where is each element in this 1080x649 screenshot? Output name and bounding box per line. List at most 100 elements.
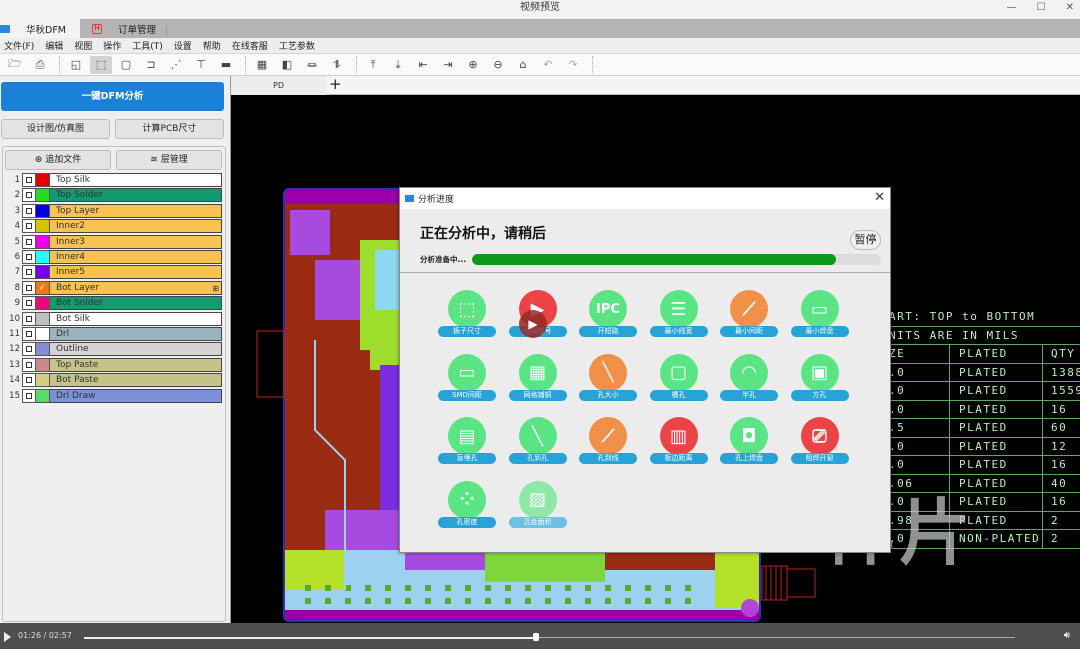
menu-online-service[interactable]: 在线客服 bbox=[232, 39, 268, 52]
dfm-check-item[interactable]: ⎚ 阻焊开窗 bbox=[790, 417, 851, 477]
layer-visibility-checkbox[interactable] bbox=[22, 280, 36, 295]
net-icon[interactable]: ⋰ bbox=[165, 56, 187, 74]
layer-color-swatch[interactable] bbox=[36, 388, 50, 403]
layer-row[interactable]: 10 Bot Silk bbox=[8, 311, 222, 326]
dfm-check-item[interactable]: ▥ 板边距离 bbox=[649, 417, 710, 477]
layer-row[interactable]: 9 Bot Solder bbox=[8, 296, 222, 311]
layer-color-swatch[interactable] bbox=[36, 327, 50, 341]
print-icon[interactable]: ⎙ bbox=[29, 56, 51, 74]
layer-name[interactable]: Inner4 bbox=[50, 250, 222, 264]
layer-row[interactable]: 13 Top Paste bbox=[8, 357, 222, 372]
dfm-check-item[interactable]: ▦ 网格铺铜 bbox=[508, 353, 569, 414]
play-icon[interactable] bbox=[4, 632, 11, 642]
layer-row[interactable]: 5 Inner3 bbox=[8, 234, 222, 249]
layer-row[interactable]: 12 Outline bbox=[8, 342, 222, 357]
layer-visibility-checkbox[interactable] bbox=[22, 234, 36, 249]
app-tab-order-management[interactable]: H 订单管理 bbox=[80, 19, 177, 38]
layer-color-swatch[interactable] bbox=[36, 265, 50, 280]
dfm-check-item[interactable]: ⟋ 最小间距 bbox=[720, 290, 780, 350]
dfm-check-item[interactable]: ⁘ 孔密度 bbox=[438, 480, 498, 541]
layer-color-swatch[interactable] bbox=[36, 250, 50, 264]
layer-color-swatch[interactable] bbox=[36, 219, 50, 234]
layer-color-swatch[interactable] bbox=[36, 357, 50, 372]
layer-row[interactable]: 11 Drl bbox=[8, 327, 222, 341]
layout-icon[interactable]: ◱ bbox=[65, 56, 87, 74]
dfm-check-item[interactable]: ⟋ 孔到线 bbox=[579, 417, 639, 477]
layer-color-swatch[interactable] bbox=[36, 342, 50, 357]
layer-name[interactable]: Bot Silk bbox=[50, 311, 222, 326]
pause-button[interactable]: 暂停 bbox=[850, 230, 881, 250]
layer-color-swatch[interactable] bbox=[36, 296, 50, 311]
menu-operate[interactable]: 操作 bbox=[103, 39, 121, 52]
layer-visibility-checkbox[interactable] bbox=[22, 219, 36, 234]
layer-color-swatch[interactable] bbox=[36, 188, 50, 203]
video-play-overlay-icon[interactable]: ▶ bbox=[519, 310, 547, 338]
zoom-in-icon[interactable]: ⊕ bbox=[462, 56, 484, 74]
layer-name[interactable]: Inner2 bbox=[50, 219, 222, 234]
layer-color-swatch[interactable] bbox=[36, 173, 50, 187]
layer-visibility-checkbox[interactable] bbox=[22, 342, 36, 357]
download-icon[interactable]: ⤓ bbox=[387, 56, 409, 74]
dfm-check-item[interactable]: IPC 开短路 bbox=[579, 290, 639, 350]
layer-row[interactable]: 15 Drl Draw bbox=[8, 388, 222, 403]
dfm-check-item[interactable]: ▨ 沉金面积 bbox=[508, 480, 569, 541]
layer-visibility-checkbox[interactable] bbox=[22, 265, 36, 280]
open-icon[interactable]: 🗁 bbox=[4, 56, 26, 74]
menu-tools[interactable]: 工具(T) bbox=[132, 39, 163, 52]
layer-row[interactable]: 1 Top Silk bbox=[8, 173, 222, 187]
layer-visibility-checkbox[interactable] bbox=[22, 373, 36, 388]
layer-name[interactable]: Drl Draw bbox=[50, 388, 222, 403]
layer-name[interactable]: Top Layer bbox=[50, 203, 222, 218]
connect-icon[interactable]: ⥮ bbox=[326, 56, 348, 74]
dfm-check-item[interactable]: ▣ 方孔 bbox=[790, 353, 851, 414]
dfm-check-item[interactable]: ☰ 最小线宽 bbox=[649, 290, 710, 350]
dfm-check-item[interactable]: ▭ SMD间距 bbox=[438, 353, 498, 414]
dfm-check-item[interactable]: ╲ 孔到孔 bbox=[508, 417, 569, 477]
layer-checked-swatch[interactable]: ✓ bbox=[36, 280, 50, 295]
layer-color-swatch[interactable] bbox=[36, 311, 50, 326]
layer-name[interactable]: Bot Paste bbox=[50, 373, 222, 388]
undo-icon[interactable]: ↶ bbox=[537, 56, 559, 74]
layer-name[interactable]: Inner3 bbox=[50, 234, 222, 249]
layer-row[interactable]: 2 Top Solder bbox=[8, 188, 222, 203]
dfm-check-item[interactable]: ▭ 最小焊盘 bbox=[790, 290, 851, 350]
layer-color-swatch[interactable] bbox=[36, 373, 50, 388]
calc-pcb-size-button[interactable]: 计算PCB尺寸 bbox=[115, 119, 224, 139]
layer-visibility-checkbox[interactable] bbox=[22, 250, 36, 264]
route-icon[interactable]: ⊤ bbox=[190, 56, 212, 74]
menu-settings[interactable]: 设置 bbox=[174, 39, 192, 52]
layer-name[interactable]: Outline bbox=[50, 342, 222, 357]
dialog-close-icon[interactable]: ✕ bbox=[874, 190, 885, 205]
menu-edit[interactable]: 编辑 bbox=[45, 39, 63, 52]
layer-color-swatch[interactable] bbox=[36, 203, 50, 218]
seek-bar[interactable] bbox=[84, 636, 1015, 639]
grid-icon[interactable]: ▦ bbox=[251, 56, 273, 74]
layer-row[interactable]: 14 Bot Paste bbox=[8, 373, 222, 388]
add-tab-button[interactable]: + bbox=[329, 75, 342, 93]
layer-name[interactable]: Drl bbox=[50, 327, 222, 341]
dfm-check-item[interactable]: ╲ 孔大小 bbox=[579, 353, 639, 414]
dfm-check-item[interactable]: ◘ 孔上焊盘 bbox=[720, 417, 780, 477]
layer-visibility-checkbox[interactable] bbox=[22, 388, 36, 403]
shrink-left-icon[interactable]: ⇤ bbox=[412, 56, 434, 74]
add-file-button[interactable]: ⊕ 追加文件 bbox=[5, 150, 111, 170]
layer-name[interactable]: Top Paste bbox=[50, 357, 222, 372]
layer-visibility-checkbox[interactable] bbox=[22, 188, 36, 203]
layer-name[interactable]: Top Solder bbox=[50, 188, 222, 203]
menu-help[interactable]: 帮助 bbox=[203, 39, 221, 52]
seek-handle[interactable] bbox=[533, 633, 540, 641]
menu-view[interactable]: 视图 bbox=[74, 39, 92, 52]
layer-visibility-checkbox[interactable] bbox=[22, 357, 36, 372]
upload-icon[interactable]: ⤒ bbox=[362, 56, 384, 74]
layer-visibility-checkbox[interactable] bbox=[22, 327, 36, 341]
move-icon[interactable]: ⊐ bbox=[140, 56, 162, 74]
close-window-button[interactable]: ✕ bbox=[1066, 0, 1074, 16]
layer-grid-icon[interactable]: ⊞ bbox=[212, 283, 219, 295]
dfm-check-item[interactable]: ◠ 半孔 bbox=[720, 353, 780, 414]
expand-right-icon[interactable]: ⇥ bbox=[437, 56, 459, 74]
minimize-button[interactable]: — bbox=[1007, 0, 1017, 16]
layer-visibility-checkbox[interactable] bbox=[22, 311, 36, 326]
dfm-check-item[interactable]: ▢ 槽孔 bbox=[649, 353, 710, 414]
layer-name[interactable]: Bot Solder bbox=[50, 296, 222, 311]
dfm-check-item[interactable]: ⬚ 板子尺寸 bbox=[438, 290, 498, 350]
